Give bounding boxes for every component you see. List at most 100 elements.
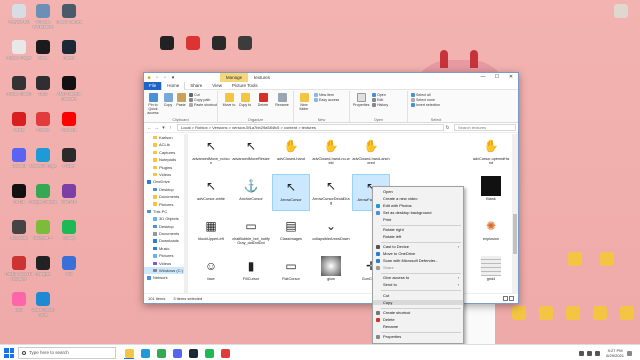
context-menu-item[interactable]: Rotate left — [373, 234, 463, 240]
desktop-icon[interactable]: Steam Games — [54, 4, 84, 29]
desktop-icon[interactable]: YouTube — [54, 112, 84, 137]
file-tile[interactable]: glow — [312, 254, 350, 291]
nav-item[interactable]: ACLib — [144, 141, 187, 148]
context-menu-item[interactable]: Create a new video — [373, 196, 463, 202]
context-menu-item[interactable]: Copy — [373, 299, 463, 306]
file-tile[interactable]: ✋ advClosed-hand-no-weld — [312, 134, 350, 171]
nav-item[interactable]: 3D Objects — [144, 215, 187, 222]
recent-dropdown-icon[interactable]: ▾ — [160, 125, 167, 131]
context-menu-item[interactable]: Send to › — [373, 282, 463, 288]
close-button[interactable]: ✕ — [504, 73, 518, 82]
tray-chevron-icon[interactable] — [579, 350, 585, 356]
context-menu-item[interactable]: Scan with Microsoft Defender... — [373, 258, 463, 264]
file-tile[interactable]: Blank — [472, 174, 510, 211]
context-menu-item[interactable]: Cut — [373, 293, 463, 299]
file-tile[interactable]: ▭ chatBubble_bot_notifyGray_dotDotDot — [232, 214, 270, 251]
desktop-icon[interactable]: Krnl — [54, 256, 84, 281]
nav-item[interactable]: Desktop — [144, 186, 187, 193]
file-grid-scrollbar[interactable] — [512, 134, 518, 293]
pin-quick-access-button[interactable]: Pin to Quick access — [146, 93, 160, 115]
desktop-icon[interactable]: WinRAR — [54, 184, 84, 209]
tab-file[interactable]: File — [144, 81, 162, 90]
tab-share[interactable]: Share — [185, 82, 207, 90]
file-tile[interactable]: ⚓ AnchorCursor — [232, 174, 270, 211]
taskbar-search[interactable]: Type here to search — [18, 347, 116, 359]
desktop-icon[interactable]: Fiddler — [54, 148, 84, 173]
nav-item[interactable]: Videos — [144, 171, 187, 178]
copy-to-button[interactable]: Copy to — [238, 93, 252, 107]
file-tile[interactable]: ↖ advCursor-white — [192, 174, 230, 211]
desktop-icon[interactable]: Visual Studio Code — [28, 292, 58, 317]
nav-item[interactable]: Documents — [144, 193, 187, 200]
large-icons-view-icon[interactable] — [509, 296, 514, 301]
nav-item[interactable]: Notepads — [144, 156, 187, 163]
context-menu-item[interactable]: Cast to Device › — [373, 244, 463, 250]
desktop-icon[interactable] — [612, 306, 640, 321]
quick-save-icon[interactable]: ▫ — [154, 75, 160, 81]
nav-item[interactable]: Network — [144, 274, 187, 281]
delete-button[interactable]: Delete — [256, 93, 270, 107]
desktop-icon[interactable]: Steam — [54, 40, 84, 65]
copy-path-button[interactable]: Copy path — [189, 98, 210, 103]
file-tile[interactable]: ↖ advancedMoveResize — [232, 134, 270, 171]
nav-item[interactable]: This PC — [144, 208, 187, 215]
context-menu-item[interactable]: Move to OneDrive — [373, 251, 463, 257]
open-button[interactable]: Open — [372, 93, 386, 98]
nav-item[interactable]: Videos — [144, 260, 187, 267]
desktop-icon[interactable] — [531, 306, 561, 321]
taskbar-app-button[interactable] — [122, 347, 136, 359]
desktop-icon[interactable] — [585, 306, 615, 321]
context-menu-item[interactable]: Give access to › — [373, 275, 463, 281]
minimize-button[interactable]: — — [476, 73, 490, 82]
file-tile[interactable]: ✋ advCursor-openedHand — [472, 134, 510, 171]
file-tile[interactable]: ↖ advancedMove_noIcon — [192, 134, 230, 171]
nav-scrollbar[interactable] — [184, 134, 187, 293]
history-button[interactable]: History — [372, 103, 388, 108]
refresh-icon[interactable]: ↻ — [444, 125, 451, 131]
file-tile[interactable]: ↖ ArrowCursor — [272, 174, 310, 211]
qat-dropdown-icon[interactable]: ▾ — [170, 75, 176, 81]
properties-button[interactable]: Properties — [353, 93, 369, 107]
nav-item[interactable]: Documents — [144, 230, 187, 237]
manage-tab[interactable]: Manage — [220, 73, 248, 82]
context-menu-item[interactable]: Set as desktop background — [373, 210, 463, 216]
taskbar-app-button[interactable] — [138, 347, 152, 359]
new-item-button[interactable]: New item — [314, 93, 334, 98]
file-tile[interactable]: ▭ FlatCursor — [272, 254, 310, 291]
context-menu-item[interactable]: Delete — [373, 317, 463, 323]
file-tile[interactable]: ▤ ClassImages — [272, 214, 310, 251]
taskbar-app-button[interactable] — [218, 347, 232, 359]
volume-icon[interactable] — [595, 350, 601, 356]
context-menu-item[interactable]: Rename — [373, 324, 463, 330]
up-arrow-icon[interactable]: ↑ — [167, 125, 174, 131]
back-arrow-icon[interactable]: ← — [146, 125, 153, 131]
nav-item[interactable]: Pictures — [144, 201, 187, 208]
nav-item[interactable]: Plugins — [144, 164, 187, 171]
rename-button[interactable]: Rename — [274, 93, 290, 107]
clock[interactable]: 9:27 PM 6/29/2021 — [606, 348, 624, 358]
context-menu-item[interactable]: Print — [373, 217, 463, 223]
taskbar-app-button[interactable] — [202, 347, 216, 359]
cut-button[interactable]: Cut — [189, 93, 200, 98]
copy-button[interactable]: Copy — [162, 93, 174, 107]
title-bar[interactable]: ■ ▫ ▫ ▾ Manage textures — ☐ ✕ — [144, 73, 518, 82]
tab-view[interactable]: View — [207, 82, 227, 90]
details-view-icon[interactable] — [503, 296, 508, 301]
desktop-icon[interactable] — [230, 36, 260, 51]
search-box[interactable]: Search textures — [454, 124, 516, 131]
select-none-button[interactable]: Select none — [411, 98, 435, 103]
nav-item[interactable]: Downloads — [144, 237, 187, 244]
nav-item[interactable]: Desktop — [144, 223, 187, 230]
navigation-pane[interactable]: Karlson ACLib Captures Notepads Plugins Video… — [144, 134, 188, 293]
desktop-icon[interactable]: AMD Radeon Software — [54, 76, 84, 101]
forward-arrow-icon[interactable]: → — [153, 125, 160, 131]
desktop-icon[interactable]: Spotify — [54, 220, 84, 245]
context-menu-item[interactable]: Rotate right — [373, 227, 463, 233]
nav-item[interactable]: Music — [144, 245, 187, 252]
easy-access-button[interactable]: Easy access — [314, 98, 339, 103]
notifications-icon[interactable] — [627, 350, 632, 356]
desktop-icon[interactable] — [592, 252, 622, 267]
file-tile[interactable]: ▦ blockUpperLeft — [192, 214, 230, 251]
invert-selection-button[interactable]: Invert selection — [411, 103, 440, 108]
context-menu-item[interactable]: Open — [373, 189, 463, 195]
